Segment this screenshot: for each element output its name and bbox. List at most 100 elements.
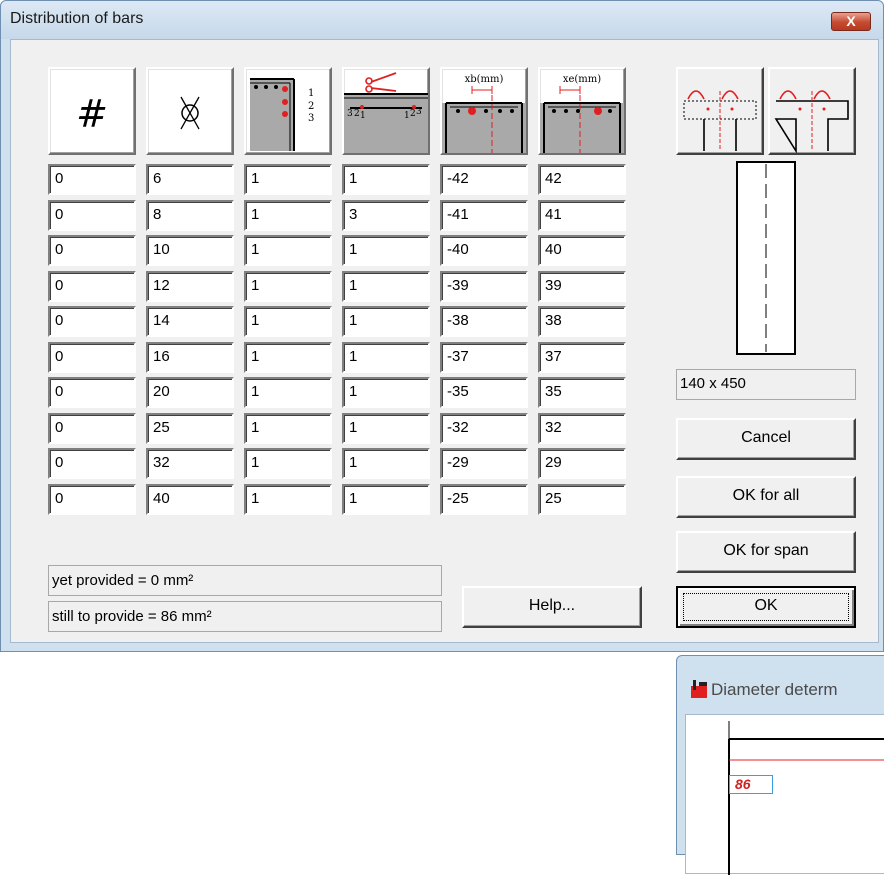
cell-cut[interactable]: 1: [342, 377, 430, 408]
header-diameter: [146, 67, 234, 155]
cell-diameter[interactable]: 16: [146, 341, 234, 373]
cell-diameter[interactable]: 20: [146, 377, 234, 408]
cell-xb[interactable]: -32: [440, 412, 528, 444]
cell-xe[interactable]: 25: [538, 483, 626, 515]
svg-text:xe(mm): xe(mm): [563, 74, 601, 85]
cell-xe[interactable]: 37: [538, 341, 626, 373]
cell-cut[interactable]: 1: [342, 306, 430, 337]
cell-cut[interactable]: 1: [342, 164, 430, 195]
cell-layer[interactable]: 1: [244, 377, 332, 408]
close-icon: X: [846, 13, 856, 29]
cell-xb[interactable]: -40: [440, 235, 528, 266]
cell-cut[interactable]: 1: [342, 341, 430, 373]
cell-cut[interactable]: 1: [342, 270, 430, 302]
cell-xe[interactable]: 40: [538, 235, 626, 266]
window-client: [685, 714, 884, 875]
cell-qty[interactable]: 0: [48, 341, 136, 373]
svg-text:2: 2: [308, 101, 314, 112]
cell-cut[interactable]: 1: [342, 448, 430, 479]
svg-text:3: 3: [308, 113, 314, 124]
header-layer: 1 2 3: [244, 67, 332, 155]
beam-left-option-button[interactable]: [676, 67, 764, 155]
cell-layer[interactable]: 1: [244, 270, 332, 302]
cell-cut[interactable]: 1: [342, 235, 430, 266]
scissors-icon: 3 2 1 1 2 3: [344, 72, 428, 153]
cell-xb[interactable]: -29: [440, 448, 528, 479]
app-icon: [691, 680, 707, 698]
cell-qty[interactable]: 0: [48, 412, 136, 444]
diameter-icon: [180, 96, 200, 130]
header-xe: xe(mm): [538, 67, 626, 155]
header-xb: xb(mm): [440, 67, 528, 155]
cell-diameter[interactable]: 32: [146, 448, 234, 479]
cell-xe[interactable]: 42: [538, 164, 626, 195]
cell-xe[interactable]: 38: [538, 306, 626, 337]
cell-cut[interactable]: 3: [342, 199, 430, 231]
cell-qty[interactable]: 0: [48, 235, 136, 266]
cell-layer[interactable]: 1: [244, 306, 332, 337]
cell-layer[interactable]: 1: [244, 448, 332, 479]
cell-layer[interactable]: 1: [244, 164, 332, 195]
cell-cut[interactable]: 1: [342, 483, 430, 515]
cell-layer[interactable]: 1: [244, 341, 332, 373]
hash-icon: #: [76, 92, 108, 136]
cell-xe[interactable]: 35: [538, 377, 626, 408]
cell-layer[interactable]: 1: [244, 199, 332, 231]
still-to-provide-label: still to provide = 86 mm²: [48, 601, 442, 632]
diameter-determination-window[interactable]: Diameter determ 86: [676, 655, 884, 875]
cell-diameter[interactable]: 40: [146, 483, 234, 515]
cell-xe[interactable]: 39: [538, 270, 626, 302]
cell-qty[interactable]: 0: [48, 483, 136, 515]
beam-right-option-button[interactable]: [768, 67, 856, 155]
cell-xe[interactable]: 41: [538, 199, 626, 231]
cell-xb[interactable]: -39: [440, 270, 528, 302]
cell-layer[interactable]: 1: [244, 412, 332, 444]
cell-xb[interactable]: -35: [440, 377, 528, 408]
section-preview-icon: [736, 161, 796, 355]
cell-xb[interactable]: -41: [440, 199, 528, 231]
section-size-label: 140 x 450: [676, 369, 856, 400]
help-button[interactable]: Help...: [462, 586, 642, 628]
svg-text:1: 1: [360, 111, 366, 121]
cell-xb[interactable]: -37: [440, 341, 528, 373]
svg-text:1: 1: [404, 111, 410, 121]
cell-xe[interactable]: 29: [538, 448, 626, 479]
svg-text:3: 3: [416, 107, 422, 117]
cell-qty[interactable]: 0: [48, 270, 136, 302]
cell-diameter[interactable]: 10: [146, 235, 234, 266]
svg-text:1: 1: [308, 88, 314, 99]
svg-text:xb(mm): xb(mm): [465, 74, 504, 85]
yet-provided-label: yet provided = 0 mm²: [48, 565, 442, 596]
close-button[interactable]: X: [831, 12, 871, 31]
beam-support-right-icon: [774, 90, 849, 154]
cell-xb[interactable]: -42: [440, 164, 528, 195]
cell-xe[interactable]: 32: [538, 412, 626, 444]
cell-xb[interactable]: -25: [440, 483, 528, 515]
ok-button[interactable]: OK: [676, 586, 856, 628]
dialog-title: Distribution of bars: [10, 10, 144, 27]
svg-text:2: 2: [354, 109, 360, 119]
cell-qty[interactable]: 0: [48, 199, 136, 231]
ok-for-all-button[interactable]: OK for all: [676, 476, 856, 518]
cell-xb[interactable]: -38: [440, 306, 528, 337]
cell-qty[interactable]: 0: [48, 377, 136, 408]
cell-diameter[interactable]: 25: [146, 412, 234, 444]
cell-cut[interactable]: 1: [342, 412, 430, 444]
cell-qty[interactable]: 0: [48, 306, 136, 337]
cell-diameter[interactable]: 8: [146, 199, 234, 231]
dialog-client: # 1 2 3 3 2 1 1 2 3 xb(mm) xe(mm) 0 6 1 …: [10, 39, 879, 643]
cell-diameter[interactable]: 14: [146, 306, 234, 337]
window-title: Diameter determ: [711, 680, 838, 699]
title-bar[interactable]: Distribution of bars X: [1, 1, 883, 39]
cell-qty[interactable]: 0: [48, 448, 136, 479]
cell-qty[interactable]: 0: [48, 164, 136, 195]
layer-icon: 1 2 3: [250, 78, 314, 151]
ok-for-span-button[interactable]: OK for span: [676, 531, 856, 573]
xb-icon: xb(mm): [442, 74, 526, 153]
cell-diameter[interactable]: 12: [146, 270, 234, 302]
cancel-button[interactable]: Cancel: [676, 418, 856, 460]
cell-layer[interactable]: 1: [244, 483, 332, 515]
cell-diameter[interactable]: 6: [146, 164, 234, 195]
distribution-dialog: Distribution of bars X # 1 2 3 3 2 1 1 2…: [0, 0, 884, 652]
cell-layer[interactable]: 1: [244, 235, 332, 266]
